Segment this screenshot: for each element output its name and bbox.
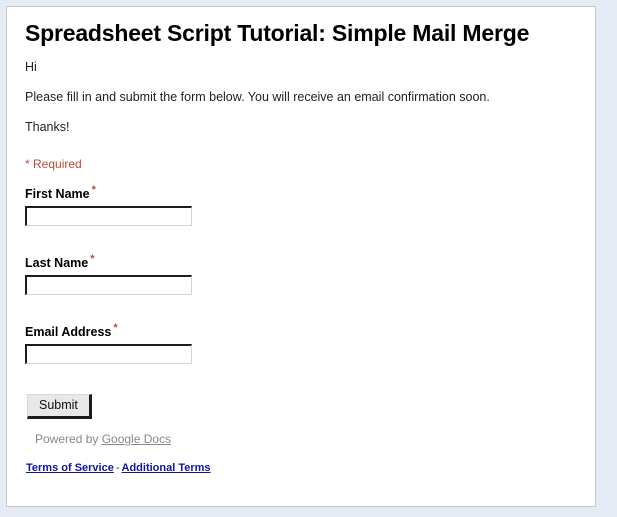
field-label-email-address: Email Address * [25,322,577,340]
first-name-input[interactable] [25,206,192,227]
powered-by-prefix: Powered by [35,432,102,447]
required-asterisk-icon: * [113,322,118,335]
legal-separator: - [115,462,120,475]
required-asterisk-icon: * [91,184,96,197]
field-label-text: Email Address [25,325,112,340]
field-label-text: Last Name [25,256,89,271]
google-docs-link[interactable]: Google Docs [102,432,171,446]
terms-of-service-link[interactable]: Terms of Service [26,462,114,474]
intro-line-1: Hi [25,60,37,75]
legal-links: Terms of Service - Additional Terms [26,462,577,474]
intro-line-2: Please fill in and submit the form below… [25,90,490,105]
intro-line-3: Thanks! [25,120,70,135]
email-address-input[interactable] [25,344,192,365]
field-last-name: Last Name * [25,253,577,296]
form-card: Spreadsheet Script Tutorial: Simple Mail… [6,6,596,507]
field-label-text: First Name [25,187,90,202]
submit-button[interactable]: Submit [27,394,92,420]
page-title: Spreadsheet Script Tutorial: Simple Mail… [25,20,530,46]
powered-by-text: Powered by Google Docs [35,432,577,446]
required-asterisk-icon: * [90,253,95,266]
additional-terms-link[interactable]: Additional Terms [122,462,211,474]
required-note: * Required [25,157,82,172]
last-name-input[interactable] [25,275,192,296]
field-label-first-name: First Name * [25,184,577,202]
field-email-address: Email Address * [25,322,577,365]
field-label-last-name: Last Name * [25,253,577,271]
form-body: Spreadsheet Script Tutorial: Simple Mail… [7,7,595,474]
field-first-name: First Name * [25,184,577,227]
